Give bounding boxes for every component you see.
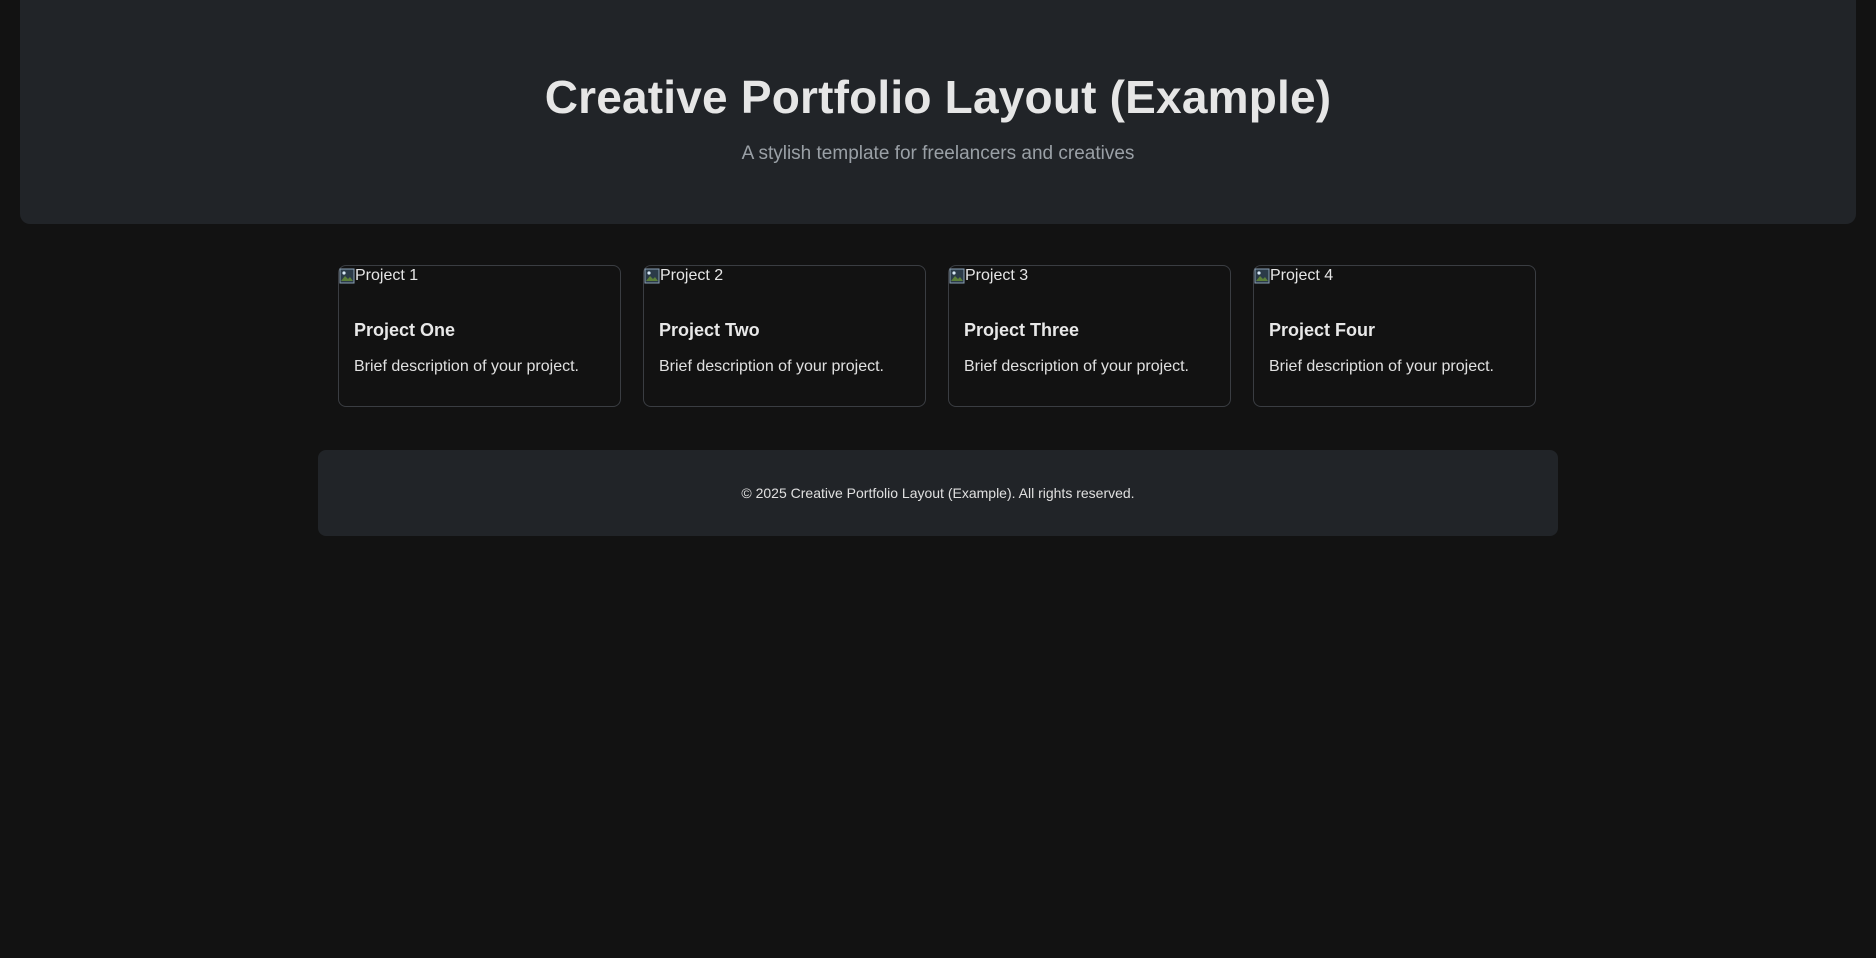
project-image-alt: Project 4 xyxy=(1270,267,1334,284)
broken-image-icon xyxy=(339,268,355,284)
project-image: Project 4 xyxy=(1254,266,1333,286)
page-title: Creative Portfolio Layout (Example) xyxy=(544,71,1332,123)
page-subtitle: A stylish template for freelancers and c… xyxy=(741,143,1135,164)
broken-image-icon xyxy=(1254,268,1270,284)
project-image: Project 1 xyxy=(339,266,418,286)
project-title: Project Two xyxy=(659,320,760,340)
project-title: Project One xyxy=(354,320,456,340)
projects-grid: Project 1 Project One Brief description … xyxy=(338,265,1538,409)
project-description: Brief description of your project. xyxy=(354,358,579,375)
project-image-alt: Project 2 xyxy=(660,267,724,284)
project-image-alt: Project 3 xyxy=(965,267,1029,284)
copyright-text: © 2025 Creative Portfolio Layout (Exampl… xyxy=(741,485,1135,501)
project-image: Project 2 xyxy=(644,266,723,286)
project-card[interactable]: Project 1 Project One Brief description … xyxy=(338,265,621,407)
project-description: Brief description of your project. xyxy=(1269,358,1494,375)
site-header: Creative Portfolio Layout (Example) A st… xyxy=(20,0,1856,224)
broken-image-icon xyxy=(644,268,660,284)
project-description: Brief description of your project. xyxy=(659,358,884,375)
project-image-alt: Project 1 xyxy=(355,267,419,284)
site-footer: © 2025 Creative Portfolio Layout (Exampl… xyxy=(318,450,1558,536)
broken-image-icon xyxy=(949,268,965,284)
project-card[interactable]: Project 4 Project Four Brief description… xyxy=(1253,265,1536,407)
project-card[interactable]: Project 3 Project Three Brief descriptio… xyxy=(948,265,1231,407)
project-title: Project Three xyxy=(964,320,1080,340)
project-image: Project 3 xyxy=(949,266,1028,286)
project-description: Brief description of your project. xyxy=(964,358,1189,375)
project-card[interactable]: Project 2 Project Two Brief description … xyxy=(643,265,926,407)
project-title: Project Four xyxy=(1269,320,1376,340)
